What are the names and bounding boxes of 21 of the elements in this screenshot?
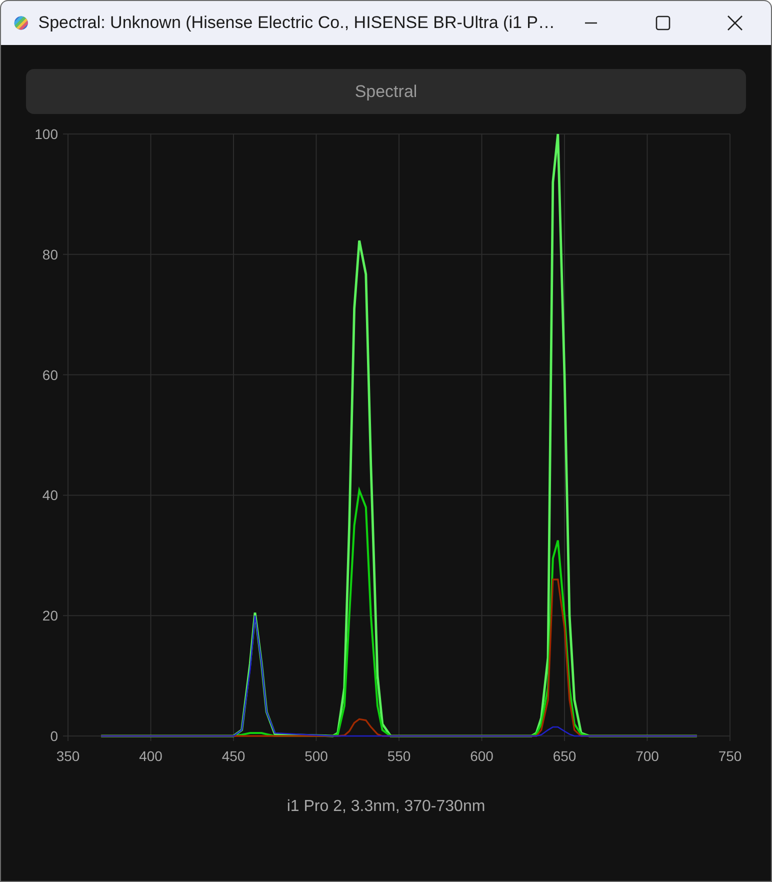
axis-tick-label: 80 (42, 246, 58, 262)
axis-tick-label: 500 (304, 748, 328, 764)
axis-tick-label: 40 (42, 487, 58, 504)
axis-tick-label: 60 (42, 366, 58, 383)
close-icon (727, 15, 743, 31)
axis-tick-label: 20 (42, 608, 58, 624)
axis-tick-label: 400 (139, 748, 162, 764)
mode-button[interactable]: Spectral (26, 69, 746, 114)
axis-tick-label: 350 (56, 748, 80, 764)
axis-tick-label: 650 (552, 748, 576, 764)
axis-tick-label: 100 (34, 126, 58, 142)
axis-tick-label: 600 (470, 748, 494, 764)
axis-tick-label: 450 (222, 748, 246, 764)
axis-tick-label: 750 (718, 748, 742, 764)
axis-tick-label: 550 (387, 748, 411, 764)
axis-tick-label: 0 (50, 728, 58, 744)
window-title: Spectral: Unknown (Hisense Electric Co., HISENSE BR-Ultra (i1 P… (38, 13, 555, 33)
minimize-icon (584, 22, 598, 24)
maximize-icon (655, 15, 671, 31)
axis-tick-label: 700 (636, 748, 659, 764)
instrument-caption: i1 Pro 2, 3.3nm, 370-730nm (286, 798, 486, 816)
